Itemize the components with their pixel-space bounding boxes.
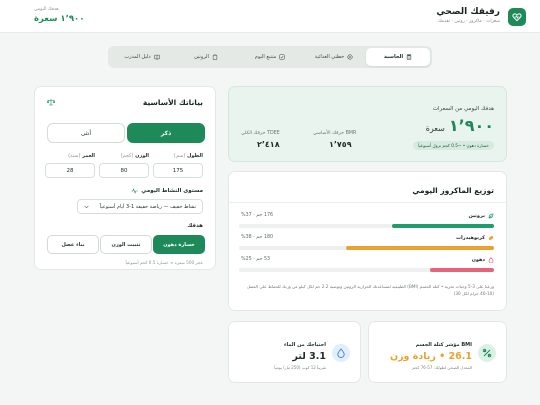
bmr-label: BMR حرقك الأساسي: [313, 131, 357, 136]
macros-note: وزعنا على 3-5 وجبات بحرية • كتلة الجسم (…: [246, 284, 494, 296]
goal-label: هدفك: [187, 223, 203, 229]
bmi-icon: [482, 348, 492, 358]
grain-icon: [488, 236, 494, 240]
macro-carbs-value: 180 جم · 38%: [241, 235, 274, 240]
weight-label-text: الوزن: [135, 153, 149, 159]
height-label: الطول (سم): [174, 153, 203, 159]
tab-label: خطتي الغذائية: [314, 54, 345, 60]
logo: [508, 8, 526, 26]
goal-build-muscle-button[interactable]: بناء عضل: [47, 235, 99, 254]
basics-card: بياناتك الأساسية أنثى ذكر الطول (سم) الو…: [34, 86, 216, 270]
app-subtitle: سعرات · ماكروز · روتين · تقدمك: [437, 19, 500, 24]
basics-title: بياناتك الأساسية: [142, 98, 203, 107]
weight-label: الوزن (كجم): [121, 153, 149, 159]
chevron-down-icon: [84, 205, 89, 208]
target-number: ١٬٩٠٠: [448, 116, 494, 135]
divider: [229, 202, 506, 203]
header-goal-value: ١٬٩٠٠ سعرة: [34, 14, 85, 24]
water-note: تقريباً 12 كوب (250 مل) يومياً: [274, 365, 326, 370]
macros-card: توزيع الماكروز اليومي بروتين 176 جم · 37…: [228, 171, 507, 311]
macro-fat-track: [239, 268, 494, 272]
app-header: رفيقك الصحي سعرات · ماكروز · روتين · تقد…: [0, 0, 540, 33]
bmi-icon-box: [478, 344, 496, 362]
macro-protein-fill: [392, 224, 494, 228]
leaf-icon: [488, 213, 494, 219]
tab-daily-tracker[interactable]: متتبع اليوم: [238, 48, 302, 66]
goal-maintain-button[interactable]: تثبيت الوزن: [100, 235, 152, 254]
pulse-icon: [131, 188, 138, 194]
height-input[interactable]: 175: [153, 163, 203, 178]
tab-calculator[interactable]: الحاسبة: [366, 48, 430, 66]
macro-carbs-track: [239, 246, 494, 250]
macro-protein-name: بروتين: [468, 213, 494, 219]
bmr-value: ١٬٧٥٩: [329, 140, 352, 149]
macro-name-text: كربوهيدرات: [455, 235, 485, 241]
macro-protein-value: 176 جم · 37%: [241, 213, 274, 218]
macro-name-text: بروتين: [468, 213, 485, 219]
activity-label-text: مستوى النشاط اليومي: [141, 188, 203, 194]
tdee-value: ٢٬٤١٨: [257, 140, 280, 149]
clipboard-icon: [212, 54, 218, 60]
tab-label: دليل المدرب: [124, 54, 151, 60]
drop-icon: [488, 257, 494, 263]
bmi-value: 26.1 • زيادة وزن: [389, 351, 472, 362]
tab-meal-plan[interactable]: خطتي الغذائية: [302, 48, 366, 66]
water-value: 3.1 لتر: [292, 351, 326, 362]
female-button[interactable]: أنثى: [47, 123, 125, 143]
target-value: ١٬٩٠٠ سعرة: [426, 116, 494, 135]
height-label-text: الطول: [187, 153, 203, 159]
water-drop-icon: [337, 348, 345, 358]
bmi-card: BMI مؤشر كتلة الجسم 26.1 • زيادة وزن الم…: [368, 321, 507, 383]
tab-label: متتبع اليوم: [254, 54, 277, 60]
activity-select[interactable]: نشاط خفيف — رياضة خفيفة 1-3 أيام أسبوعيا…: [77, 199, 203, 214]
bmi-note: المعدل الصحي لطولك: 57-76 كجم: [412, 365, 472, 370]
activity-label: مستوى النشاط اليومي: [131, 188, 203, 194]
age-input[interactable]: 28: [45, 163, 95, 178]
macro-carbs-name: كربوهيدرات: [456, 235, 494, 241]
age-unit: (سنة): [68, 153, 81, 159]
app-title: رفيقك الصحي: [436, 7, 500, 17]
scale-icon: [47, 99, 55, 106]
male-button[interactable]: ذكر: [127, 123, 205, 143]
macro-fat-value: 53 جم · 25%: [241, 257, 271, 262]
tab-label: الحاسبة: [383, 54, 404, 60]
water-card: احتياجك من الماء 3.1 لتر تقريباً 12 كوب …: [228, 321, 361, 383]
goal-note: عجز 500 سعرة ≈ خسارة 0.5 كجم أسبوعياً: [125, 260, 204, 265]
water-label: احتياجك من الماء: [284, 342, 326, 348]
calculator-icon: [406, 54, 412, 60]
tab-label: الروتين: [194, 54, 209, 60]
macros-title: توزيع الماكروز اليومي: [412, 186, 494, 195]
target-unit: سعرة: [425, 124, 445, 133]
heart-icon: [512, 13, 522, 22]
tab-coach-guide[interactable]: دليل المدرب: [110, 48, 174, 66]
book-icon: [154, 54, 160, 60]
age-label: العمر (سنة): [68, 153, 95, 159]
activity-select-value: نشاط خفيف — رياضة خفيفة 1-3 أيام أسبوعيا…: [99, 203, 196, 210]
target-label: هدفك اليومي من السعرات: [432, 106, 494, 112]
target-badge: خسارة دهون • ~0.5 كجم نزول أسبوعياً: [413, 141, 494, 150]
macro-name-text: دهون: [471, 257, 485, 263]
main-tabs: دليل المدرب الروتين متتبع اليوم خطتي الغ…: [108, 46, 432, 68]
age-label-text: العمر: [82, 153, 95, 159]
macro-carbs-fill: [346, 246, 494, 250]
goal-fat-loss-button[interactable]: خسارة دهون: [153, 235, 205, 254]
weight-unit: (كجم): [120, 153, 134, 159]
plate-icon: [347, 54, 353, 60]
header-goal-label: هدفك اليومي: [34, 7, 59, 12]
macro-protein-track: [239, 224, 494, 228]
height-unit: (سم): [173, 153, 186, 159]
water-icon-box: [332, 344, 350, 362]
weight-input[interactable]: 80: [99, 163, 149, 178]
checklist-icon: [279, 54, 285, 60]
tab-routine[interactable]: الروتين: [174, 48, 238, 66]
macro-fat-fill: [430, 268, 494, 272]
bmi-label: BMI مؤشر كتلة الجسم: [415, 342, 472, 348]
macro-fat-name: دهون: [472, 257, 494, 263]
tdee-label: TDEE حرقك الكلي: [241, 131, 280, 136]
calorie-target-card: هدفك اليومي من السعرات ١٬٩٠٠ سعرة خسارة …: [228, 86, 507, 162]
